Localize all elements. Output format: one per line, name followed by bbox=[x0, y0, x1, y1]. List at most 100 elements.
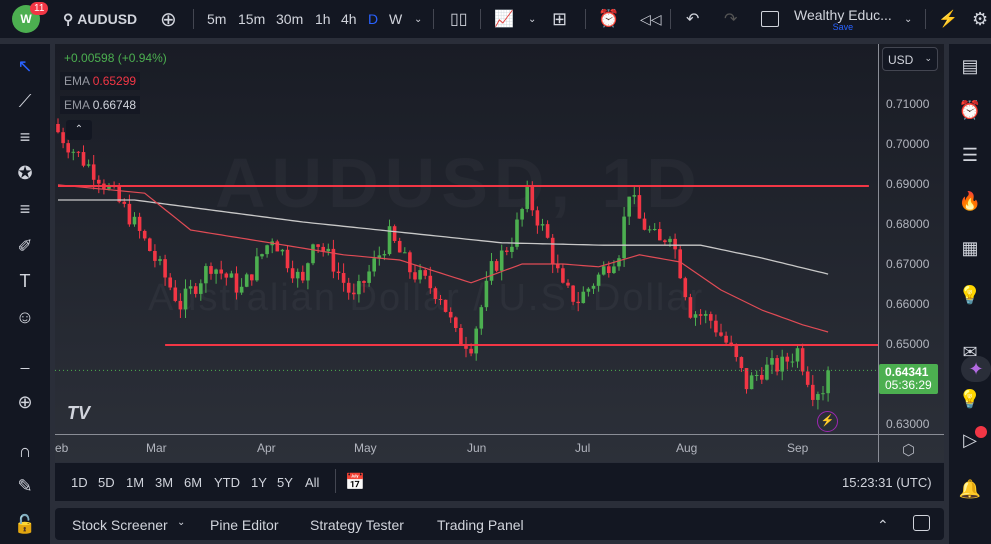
magnet-icon[interactable]: ∩ bbox=[13, 439, 37, 463]
replay-icon[interactable]: ◁◁ bbox=[640, 0, 662, 38]
prediction-icon[interactable]: ≡ bbox=[13, 197, 37, 221]
settings-gear-icon[interactable]: ⚙ bbox=[972, 0, 988, 38]
compare-add-icon[interactable]: ⊕ bbox=[160, 0, 177, 38]
candle-body bbox=[536, 210, 540, 225]
tab-trading-panel[interactable]: Trading Panel bbox=[437, 517, 524, 533]
indicators-icon[interactable]: 📈 bbox=[494, 0, 514, 38]
interval-1h[interactable]: 1h bbox=[315, 0, 331, 38]
utc-clock[interactable]: 15:23:31 (UTC) bbox=[842, 475, 932, 490]
range-ytd[interactable]: YTD bbox=[214, 475, 240, 490]
brush-icon[interactable]: ✐ bbox=[13, 234, 37, 258]
layouts-grid-icon[interactable]: ⊞ bbox=[552, 0, 567, 38]
tab-pine-editor[interactable]: Pine Editor bbox=[210, 517, 278, 533]
candle-body bbox=[235, 273, 239, 292]
candle-body bbox=[61, 132, 65, 143]
lock-icon[interactable]: 🔓 bbox=[13, 512, 37, 536]
candle-body bbox=[260, 254, 264, 256]
range-6m[interactable]: 6M bbox=[184, 475, 202, 490]
candle-body bbox=[469, 349, 473, 354]
interval-d[interactable]: D bbox=[368, 0, 378, 38]
candle-body bbox=[525, 187, 529, 209]
candle-body bbox=[811, 385, 815, 400]
candle-body bbox=[87, 164, 91, 165]
candle-body bbox=[551, 238, 555, 264]
range-all[interactable]: All bbox=[305, 475, 319, 490]
ruler-icon[interactable]: ⎯ bbox=[13, 355, 37, 379]
ema-fast-legend[interactable]: EMA 0.65299 bbox=[60, 72, 140, 90]
change-readout: +0.00598 (+0.94%) bbox=[64, 51, 167, 65]
redo-icon[interactable]: ↷ bbox=[724, 0, 737, 38]
candle-body bbox=[449, 312, 453, 318]
candle-body bbox=[531, 187, 535, 211]
watchlist-icon[interactable]: ▤ bbox=[957, 53, 983, 79]
goto-date-icon[interactable]: 📅 bbox=[345, 472, 365, 492]
maximize-panel-icon[interactable] bbox=[913, 515, 930, 531]
interval-4h[interactable]: 4h bbox=[341, 0, 357, 38]
ai-sparkle-icon[interactable]: ✦ bbox=[961, 356, 991, 382]
save-link[interactable]: Save bbox=[833, 22, 854, 32]
ema-fast-label: EMA bbox=[64, 74, 89, 88]
candle-body bbox=[163, 259, 167, 277]
calendar-icon[interactable]: ▦ bbox=[957, 235, 983, 261]
candle-type-icon[interactable]: ▯▯ bbox=[450, 0, 468, 38]
price-chart[interactable] bbox=[55, 44, 878, 434]
hotlists-fire-icon[interactable]: 🔥 bbox=[957, 188, 983, 214]
logo-button[interactable]: W 11 bbox=[12, 0, 40, 38]
symbol-search[interactable]: ⚲AUDUSD bbox=[63, 0, 137, 38]
range-1m[interactable]: 1M bbox=[126, 475, 144, 490]
text-icon[interactable]: T bbox=[13, 269, 37, 293]
tab-strategy-tester[interactable]: Strategy Tester bbox=[310, 517, 404, 533]
quick-search-icon[interactable]: ⚡ bbox=[938, 0, 958, 38]
lock-drawing-icon[interactable]: ✎ bbox=[13, 474, 37, 498]
search-icon: ⚲ bbox=[63, 11, 73, 28]
trend-line-icon[interactable]: ⟋ bbox=[13, 89, 37, 113]
fullscreen-box-icon[interactable] bbox=[761, 0, 779, 38]
range-1y[interactable]: 1Y bbox=[251, 475, 267, 490]
alerts-clock-icon[interactable]: ⏰ bbox=[957, 97, 983, 123]
range-5d[interactable]: 5D bbox=[98, 475, 115, 490]
expand-panel-chevron-icon[interactable]: ⌃ bbox=[877, 517, 889, 534]
candle-body bbox=[602, 266, 606, 274]
cursor-icon[interactable]: ↖ bbox=[13, 54, 37, 78]
ideas-stream-icon[interactable]: 💡 bbox=[957, 386, 983, 412]
range-3m[interactable]: 3M bbox=[155, 475, 173, 490]
object-tree-icon[interactable]: ☰ bbox=[957, 142, 983, 168]
candle-body bbox=[418, 270, 422, 279]
candle-body bbox=[587, 289, 591, 292]
indicators-chevron-icon[interactable]: ⌄ bbox=[528, 0, 536, 38]
interval-chevron-down-icon[interactable]: ⌄ bbox=[414, 0, 422, 38]
candle-body bbox=[694, 314, 698, 317]
currency-select[interactable]: USD⌄ bbox=[882, 47, 938, 71]
lightning-icon[interactable]: ⚡ bbox=[817, 411, 838, 432]
chart-settings-icon[interactable]: ⬡ bbox=[902, 441, 915, 459]
interval-30m[interactable]: 30m bbox=[276, 0, 303, 38]
candle-body bbox=[678, 249, 682, 278]
tradingview-logo: TV bbox=[67, 403, 90, 424]
interval-w[interactable]: W bbox=[389, 0, 402, 38]
candle-body bbox=[541, 224, 545, 225]
collapse-legend-chevron-icon[interactable]: ⌃ bbox=[66, 120, 92, 140]
ema-slow-legend[interactable]: EMA 0.66748 bbox=[60, 96, 140, 114]
notifications-bell-icon[interactable]: 🔔 bbox=[957, 476, 983, 502]
interval-15m[interactable]: 15m bbox=[238, 0, 265, 38]
candle-body bbox=[775, 358, 779, 371]
fib-retracement-icon[interactable]: ≡ bbox=[13, 125, 37, 149]
candle-body bbox=[143, 231, 147, 239]
range-5y[interactable]: 5Y bbox=[277, 475, 293, 490]
layout-chevron-icon[interactable]: ⌄ bbox=[904, 0, 912, 38]
candle-body bbox=[128, 204, 132, 225]
alert-add-icon[interactable]: ⏰ bbox=[598, 0, 619, 38]
layout-name-button[interactable]: Wealthy Educ... Save bbox=[794, 0, 892, 38]
emoji-icon[interactable]: ☺ bbox=[13, 305, 37, 329]
candle-body bbox=[301, 272, 305, 281]
zoom-in-icon[interactable]: ⊕ bbox=[13, 390, 37, 414]
range-1d[interactable]: 1D bbox=[71, 475, 88, 490]
tab-stock-screener[interactable]: Stock Screener bbox=[72, 517, 168, 533]
interval-5m[interactable]: 5m bbox=[207, 0, 226, 38]
ideas-lightbulb-icon[interactable]: 💡 bbox=[957, 282, 983, 308]
price-tick: 0.67000 bbox=[886, 257, 929, 271]
screener-chevron-icon[interactable]: ⌄ bbox=[177, 517, 185, 528]
pattern-icon[interactable]: ✪ bbox=[13, 161, 37, 185]
candle-body bbox=[566, 283, 570, 286]
undo-icon[interactable]: ↶ bbox=[686, 0, 699, 38]
